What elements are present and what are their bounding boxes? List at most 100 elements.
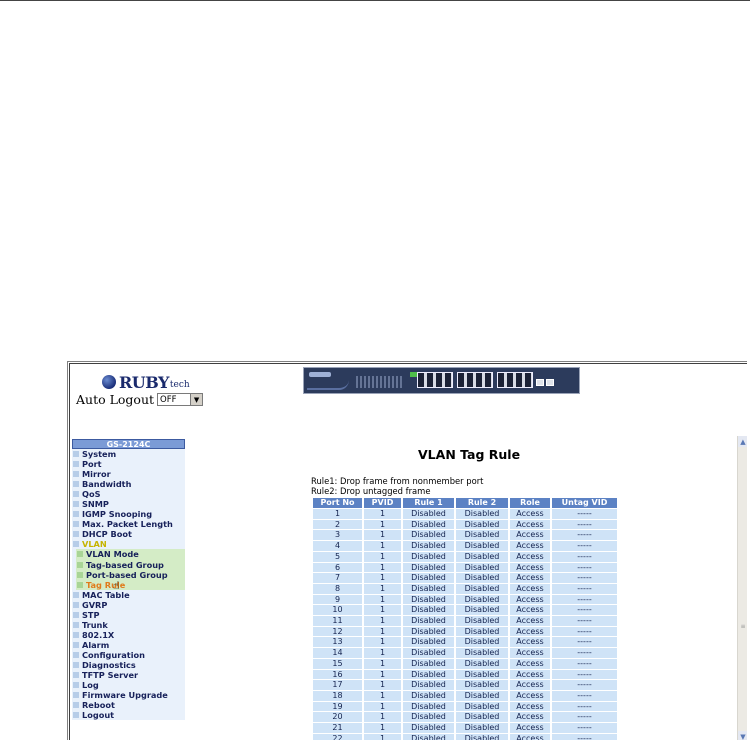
rule2-cell: Disabled xyxy=(456,541,508,551)
sidebar-item-bandwidth[interactable]: Bandwidth xyxy=(72,479,185,489)
sidebar-item-label: QoS xyxy=(82,489,101,500)
sidebar-item-label: SNMP xyxy=(82,499,109,510)
auto-logout-label: Auto Logout xyxy=(76,392,155,407)
sidebar-item-mac-table[interactable]: MAC Table xyxy=(72,590,185,600)
rule2-cell: Disabled xyxy=(456,616,508,626)
sidebar-subitem-port-based-group[interactable]: Port-based Group xyxy=(76,569,185,580)
rule1-cell: Disabled xyxy=(403,712,454,723)
untag-vid-cell: ----- xyxy=(552,562,617,573)
sidebar-item-label: Diagnostics xyxy=(82,660,136,670)
bullet-square-icon xyxy=(73,692,79,699)
sidebar-item-system[interactable]: System xyxy=(72,449,185,459)
logo-sub: tech xyxy=(169,379,190,390)
browser-frame: RUBY tech Auto Logout OFF ▼ GS-2124C Sys… xyxy=(67,361,747,740)
page-top-rule xyxy=(0,0,750,1)
sidebar-item-label: Firmware Upgrade xyxy=(82,690,168,701)
sidebar-item-diagnostics[interactable]: Diagnostics xyxy=(72,660,185,670)
table-row: 20 1 Disabled Disabled Access ----- xyxy=(313,712,617,723)
sidebar-subitem-vlan-mode[interactable]: VLAN Mode xyxy=(76,549,185,560)
untag-vid-cell: ----- xyxy=(552,648,617,658)
sidebar-item-configuration[interactable]: Configuration xyxy=(72,650,185,660)
pvid-cell: 1 xyxy=(364,733,401,740)
bullet-square-icon xyxy=(73,712,79,719)
untag-vid-cell: ----- xyxy=(552,594,617,605)
rule2-cell: Disabled xyxy=(456,573,508,583)
sidebar-item-8021x[interactable]: 802.1X xyxy=(72,630,185,640)
port-no-cell: 3 xyxy=(313,530,362,541)
sidebar-item-label: Max. Packet Length xyxy=(82,519,173,530)
sidebar-item-gvrp[interactable]: GVRP xyxy=(72,600,185,610)
sidebar-item-logout[interactable]: Logout xyxy=(72,710,185,720)
role-cell: Access xyxy=(510,530,550,541)
sidebar-subitem-tag-rule[interactable]: Tag Rule xyxy=(76,579,185,590)
sidebar-item-label: IGMP Snooping xyxy=(82,509,153,520)
rule1-cell: Disabled xyxy=(403,530,454,541)
chevron-down-icon[interactable]: ▼ xyxy=(190,394,203,405)
auto-logout-select[interactable]: OFF ▼ xyxy=(157,393,204,406)
role-cell: Access xyxy=(510,712,550,723)
sidebar-item-vlan[interactable]: VLAN xyxy=(72,539,185,549)
untag-vid-cell: ----- xyxy=(552,583,617,594)
pvid-cell: 1 xyxy=(364,583,401,594)
sidebar-item-tftp-server[interactable]: TFTP Server xyxy=(72,670,185,680)
rule1-cell: Disabled xyxy=(403,616,454,626)
sidebar-item-igmp-snooping[interactable]: IGMP Snooping xyxy=(72,509,185,519)
rule2-cell: Disabled xyxy=(456,701,508,712)
sidebar-item-firmware-upgrade[interactable]: Firmware Upgrade xyxy=(72,690,185,700)
bullet-square-icon xyxy=(73,511,79,518)
scroll-down-icon[interactable]: ▼ xyxy=(738,731,747,740)
column-header-rule2: Rule 2 xyxy=(456,498,508,508)
sidebar-item-log[interactable]: Log xyxy=(72,680,185,690)
sidebar-item-dhcp-boot[interactable]: DHCP Boot xyxy=(72,529,185,539)
sidebar-item-label: Logout xyxy=(82,710,115,721)
role-cell: Access xyxy=(510,701,550,712)
role-cell: Access xyxy=(510,573,550,583)
switch-sfp-port xyxy=(546,379,554,386)
bullet-square-icon xyxy=(73,682,79,689)
sidebar-item-trunk[interactable]: Trunk xyxy=(72,620,185,630)
untag-vid-cell: ----- xyxy=(552,509,617,519)
sidebar-menu: System Port Mirror Bandwidth QoS SNMP IG… xyxy=(72,449,185,721)
port-no-cell: 18 xyxy=(313,690,362,701)
rule2-cell: Disabled xyxy=(456,594,508,605)
switch-badge xyxy=(309,372,331,377)
scroll-up-icon[interactable]: ▲ xyxy=(738,436,747,447)
sidebar-item-port[interactable]: Port xyxy=(72,459,185,469)
bullet-square-icon xyxy=(73,451,79,458)
untag-vid-cell: ----- xyxy=(552,551,617,562)
sidebar-item-stp[interactable]: STP xyxy=(72,610,185,620)
sidebar-item-qos[interactable]: QoS xyxy=(72,489,185,499)
rule1-cell: Disabled xyxy=(403,509,454,519)
table-row: 16 1 Disabled Disabled Access ----- xyxy=(313,669,617,680)
untag-vid-cell: ----- xyxy=(552,637,617,648)
table-row: 10 1 Disabled Disabled Access ----- xyxy=(313,605,617,616)
port-no-cell: 11 xyxy=(313,616,362,626)
table-row: 11 1 Disabled Disabled Access ----- xyxy=(313,616,617,626)
sidebar-item-max-packet-length[interactable]: Max. Packet Length xyxy=(72,519,185,529)
sidebar-subitem-tag-based-group[interactable]: Tag-based Group xyxy=(76,559,185,570)
pvid-cell: 1 xyxy=(364,680,401,690)
table-row: 14 1 Disabled Disabled Access ----- xyxy=(313,648,617,658)
switch-port-group xyxy=(417,372,453,388)
scroll-thumb[interactable]: ≡ xyxy=(738,622,747,632)
vertical-scrollbar[interactable]: ▲ ≡ ▼ xyxy=(737,436,747,740)
sidebar-item-reboot[interactable]: Reboot xyxy=(72,700,185,710)
role-cell: Access xyxy=(510,680,550,690)
pvid-cell: 1 xyxy=(364,690,401,701)
table-row: 5 1 Disabled Disabled Access ----- xyxy=(313,551,617,562)
bullet-square-icon xyxy=(73,631,79,638)
port-no-cell: 1 xyxy=(313,509,362,519)
sidebar-item-mirror[interactable]: Mirror xyxy=(72,469,185,479)
hand-pointer-icon: ☝ xyxy=(113,579,120,592)
role-cell: Access xyxy=(510,690,550,701)
sidebar-item-label: VLAN Mode xyxy=(86,549,139,560)
rule1-cell: Disabled xyxy=(403,605,454,616)
sidebar-item-alarm[interactable]: Alarm xyxy=(72,640,185,650)
rule2-text: Rule2: Drop untagged frame xyxy=(311,486,431,496)
sidebar-item-snmp[interactable]: SNMP xyxy=(72,499,185,509)
menu-title: GS-2124C xyxy=(72,439,185,449)
untag-vid-cell: ----- xyxy=(552,669,617,680)
rule2-cell: Disabled xyxy=(456,669,508,680)
bullet-square-icon xyxy=(77,561,83,568)
role-cell: Access xyxy=(510,509,550,519)
